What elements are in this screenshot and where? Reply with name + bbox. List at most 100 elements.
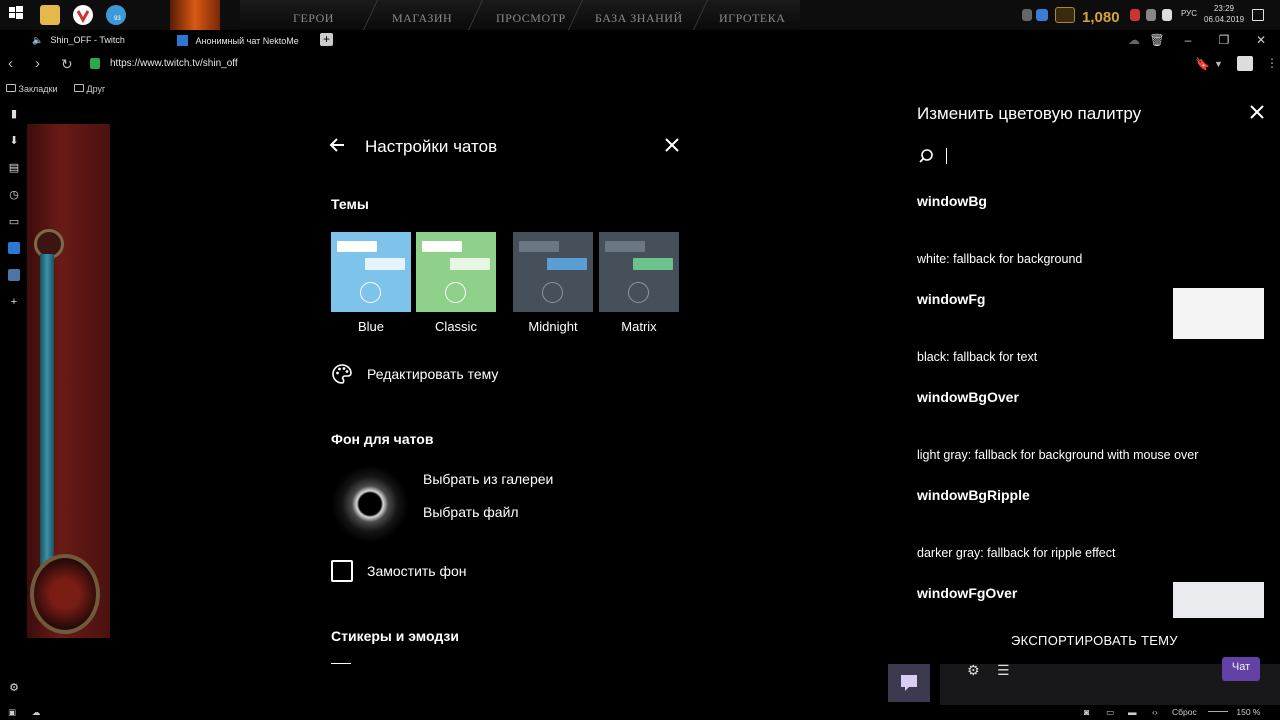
menu-icon[interactable]: ⋮ <box>1266 56 1278 70</box>
speaker-icon[interactable]: 🔈 <box>32 35 43 46</box>
bookmark-folder-bookmarks[interactable]: Закладки <box>6 84 57 94</box>
tray-app-icon-2[interactable] <box>1130 9 1140 21</box>
theme-bubble <box>337 241 377 252</box>
code-icon[interactable]: ‹› <box>1152 707 1158 717</box>
choose-from-gallery-button[interactable]: Выбрать из галереи <box>423 471 553 487</box>
tiling-icon[interactable]: ▭ <box>1106 707 1114 718</box>
theme-radio[interactable] <box>360 282 381 303</box>
export-theme-button[interactable]: ЭКСПОРТИРОВАТЬ ТЕМУ <box>1011 633 1178 648</box>
game-nav-knowledge[interactable]: БАЗА ЗНАНИЙ <box>595 11 683 26</box>
file-explorer-icon[interactable] <box>40 5 60 25</box>
gold-counter: 1,080 <box>1082 9 1120 26</box>
trash-icon[interactable]: 🗑 <box>1149 33 1165 47</box>
chat-send-button[interactable]: Чат <box>1222 657 1260 681</box>
camera-icon[interactable]: ◙ <box>1084 707 1089 717</box>
color-swatch[interactable] <box>1173 288 1264 339</box>
image-icon[interactable]: ▬ <box>1128 707 1137 717</box>
search-icon[interactable] <box>918 148 934 164</box>
maximize-button[interactable]: ❐ <box>1216 33 1232 47</box>
dropdown-chevron-icon[interactable]: ▼ <box>1214 59 1223 69</box>
choose-file-button[interactable]: Выбрать файл <box>423 504 519 520</box>
close-icon[interactable] <box>664 135 680 157</box>
tab-nektome[interactable]: Анонимный чат NektoMe <box>177 30 312 52</box>
settings-gear-icon[interactable]: ⚙ <box>8 682 20 694</box>
theme-card-midnight[interactable] <box>513 232 593 312</box>
palette-var-name[interactable]: windowFgOver <box>917 585 1017 601</box>
cloud-sync-icon[interactable]: ☁ <box>1126 33 1142 47</box>
vk-panel-icon[interactable] <box>8 269 20 281</box>
bookmark-folder-friends[interactable]: Друг <box>74 84 105 94</box>
nektome-favicon-icon <box>177 35 188 46</box>
theme-bubble <box>519 241 559 252</box>
minimize-button[interactable]: – <box>1180 33 1196 47</box>
themes-heading: Темы <box>331 196 369 212</box>
color-swatch[interactable] <box>1173 386 1264 437</box>
panel-toggle-icon[interactable]: ▣ <box>8 707 16 718</box>
tile-background-label[interactable]: Замостить фон <box>367 563 467 579</box>
notifications-icon[interactable] <box>1252 9 1264 21</box>
secure-lock-icon[interactable] <box>90 58 100 69</box>
tray-network-icon[interactable] <box>1022 9 1032 21</box>
palette-title: Изменить цветовую палитру <box>917 104 1142 123</box>
theme-card-classic[interactable] <box>416 232 496 312</box>
color-swatch[interactable] <box>1173 189 1264 240</box>
tile-background-checkbox[interactable] <box>331 560 353 582</box>
plus-icon[interactable] <box>1055 7 1075 23</box>
vivaldi-taskbar-icon[interactable] <box>73 5 93 25</box>
close-icon[interactable] <box>1249 102 1265 124</box>
game-taskbar-item[interactable] <box>170 0 220 30</box>
zoom-slider[interactable]: 150 % <box>1208 707 1280 717</box>
search-input[interactable] <box>946 148 947 164</box>
back-icon[interactable]: ‹ <box>8 55 13 72</box>
theme-card-matrix[interactable] <box>599 232 679 312</box>
tray-app-icon[interactable] <box>1036 9 1048 21</box>
palette-var-desc: black: fallback for text <box>917 350 1038 364</box>
game-nav-heroes[interactable]: ГЕРОИ <box>293 11 334 26</box>
palette-var-name[interactable]: windowBg <box>917 193 987 209</box>
tray-speaker-icon[interactable] <box>1146 9 1156 21</box>
palette-var-name[interactable]: windowBgOver <box>917 389 1019 405</box>
forward-icon[interactable]: › <box>35 55 40 72</box>
reload-icon[interactable]: ↻ <box>61 56 73 73</box>
extension-icon[interactable] <box>1237 56 1253 71</box>
game-nav-watch[interactable]: ПРОСМОТР <box>496 11 566 26</box>
downloads-icon[interactable]: ⬇ <box>8 135 20 147</box>
window-panel-icon[interactable]: ▭ <box>8 216 20 228</box>
theme-radio[interactable] <box>542 282 563 303</box>
system-clock[interactable]: 23:29 06.04.2019 <box>1204 3 1244 25</box>
color-swatch[interactable] <box>1173 582 1264 618</box>
telegram-icon[interactable]: 93 <box>106 5 126 25</box>
clock-time: 23:29 <box>1213 4 1235 13</box>
zoom-reset-button[interactable]: Сброс <box>1172 707 1197 717</box>
game-nav-shop[interactable]: МАГАЗИН <box>392 11 452 26</box>
chat-settings-gear-icon[interactable]: ⚙ <box>967 662 980 679</box>
palette-var-desc: light gray: fallback for background with… <box>917 448 1199 462</box>
palette-var-name[interactable]: windowBgRipple <box>917 487 1030 503</box>
chat-list-icon[interactable]: ☰ <box>997 662 1010 679</box>
theme-radio[interactable] <box>628 282 649 303</box>
bookmark-page-icon[interactable]: 🔖 <box>1195 57 1210 71</box>
theme-radio[interactable] <box>445 282 466 303</box>
chat-background-thumbnail[interactable] <box>331 465 409 543</box>
cloud-icon[interactable]: ☁ <box>32 707 41 718</box>
game-nav-library[interactable]: ИГРОТЕКА <box>719 11 785 26</box>
browser-tab-bar: V 🔈 Shin_OFF - Twitch Анонимный чат Nekt… <box>0 30 1280 78</box>
tray-battery-icon[interactable] <box>1162 9 1172 21</box>
keyboard-language[interactable]: РУС <box>1181 9 1197 18</box>
bookmarks-panel-icon[interactable]: ▮ <box>8 108 20 120</box>
new-tab-button[interactable]: + <box>320 33 333 46</box>
palette-var-name[interactable]: windowFg <box>917 291 985 307</box>
url-field[interactable]: https://www.twitch.tv/shin_off <box>110 58 238 69</box>
chat-bubble-button[interactable] <box>888 664 930 702</box>
window-close-button[interactable]: ✕ <box>1253 33 1269 47</box>
edit-theme-button[interactable]: Редактировать тему <box>367 366 498 382</box>
back-arrow-icon[interactable] <box>328 136 346 158</box>
tab-twitch[interactable]: 🔈 Shin_OFF - Twitch <box>32 30 172 52</box>
history-icon[interactable]: ◷ <box>8 189 20 201</box>
windows-start-icon[interactable] <box>8 5 28 25</box>
notes-icon[interactable]: ▤ <box>8 162 20 174</box>
nektome-panel-icon[interactable] <box>8 242 20 254</box>
color-swatch[interactable] <box>1173 484 1264 535</box>
theme-card-blue[interactable] <box>331 232 411 312</box>
add-panel-icon[interactable]: + <box>8 296 20 308</box>
